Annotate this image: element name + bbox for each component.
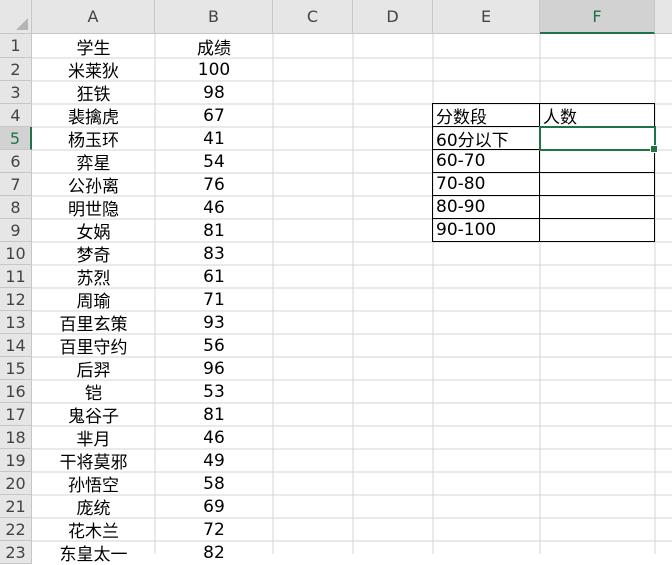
column-header-e[interactable]: E bbox=[433, 0, 540, 34]
row-header-13[interactable]: 13 bbox=[0, 311, 32, 334]
column-header-b[interactable]: B bbox=[155, 0, 273, 34]
summary-count-cell[interactable] bbox=[540, 150, 655, 173]
student-name-cell[interactable]: 杨玉环 bbox=[32, 127, 155, 151]
summary-segment-label[interactable]: 60-70 bbox=[432, 150, 540, 173]
student-name-cell[interactable]: 裴擒虎 bbox=[32, 104, 155, 128]
student-name-cell[interactable]: 女娲 bbox=[32, 219, 155, 243]
row-header-16[interactable]: 16 bbox=[0, 380, 32, 403]
student-score-cell[interactable]: 81 bbox=[155, 403, 273, 426]
student-score-cell[interactable]: 46 bbox=[155, 426, 273, 449]
spreadsheet: ABCDEF 1 2 3 4 5 6 7 8 9 10 11 12 13 14 15 16 17 18 19 20 21… bbox=[0, 0, 672, 565]
cell-a1-student-header[interactable]: 学生 bbox=[32, 34, 155, 59]
student-name-cell[interactable]: 弈星 bbox=[32, 150, 155, 174]
student-name-cell[interactable]: 庞统 bbox=[32, 495, 155, 519]
select-all-corner[interactable] bbox=[0, 0, 32, 34]
fill-handle[interactable] bbox=[650, 145, 658, 153]
student-score-cell[interactable]: 41 bbox=[155, 127, 273, 150]
row-header-12[interactable]: 12 bbox=[0, 288, 32, 311]
student-name-cell[interactable]: 周瑜 bbox=[32, 288, 155, 312]
summary-segment-label[interactable]: 80-90 bbox=[432, 196, 540, 219]
column-header-a[interactable]: A bbox=[32, 0, 155, 34]
row-header-10[interactable]: 10 bbox=[0, 242, 32, 265]
column-header-f[interactable]: F bbox=[540, 0, 655, 34]
summary-count-cell[interactable] bbox=[540, 219, 655, 242]
student-score-cell[interactable]: 83 bbox=[155, 242, 273, 265]
student-score-cell[interactable]: 76 bbox=[155, 173, 273, 196]
active-cell-F5[interactable] bbox=[539, 126, 658, 153]
row-header-5[interactable]: 5 bbox=[0, 127, 32, 150]
student-score-cell[interactable]: 67 bbox=[155, 104, 273, 127]
row-header-20[interactable]: 20 bbox=[0, 472, 32, 495]
student-name-cell[interactable]: 后羿 bbox=[32, 357, 155, 381]
student-score-cell[interactable]: 72 bbox=[155, 518, 273, 541]
student-name-cell[interactable]: 百里守约 bbox=[32, 334, 155, 358]
student-score-cell[interactable]: 46 bbox=[155, 196, 273, 219]
student-score-cell[interactable]: 96 bbox=[155, 357, 273, 380]
summary-segment-label[interactable]: 90-100 bbox=[432, 219, 540, 242]
row-header-4[interactable]: 4 bbox=[0, 104, 32, 127]
student-name-cell[interactable]: 干将莫邪 bbox=[32, 449, 155, 473]
student-score-cell[interactable]: 100 bbox=[155, 58, 273, 81]
row-header-15[interactable]: 15 bbox=[0, 357, 32, 380]
row-header-23[interactable]: 23 bbox=[0, 541, 32, 564]
row-header-19[interactable]: 19 bbox=[0, 449, 32, 472]
row-header-11[interactable]: 11 bbox=[0, 265, 32, 288]
student-name-cell[interactable]: 鬼谷子 bbox=[32, 403, 155, 427]
student-name-cell[interactable]: 梦奇 bbox=[32, 242, 155, 266]
row-header-2[interactable]: 2 bbox=[0, 58, 32, 81]
summary-count-cell[interactable] bbox=[540, 173, 655, 196]
cell-b1-score-header[interactable]: 成绩 bbox=[155, 34, 273, 59]
row-header-8[interactable]: 8 bbox=[0, 196, 32, 219]
student-score-cell[interactable]: 81 bbox=[155, 219, 273, 242]
row-header-1[interactable]: 1 bbox=[0, 34, 32, 58]
student-score-cell[interactable]: 53 bbox=[155, 380, 273, 403]
student-name-cell[interactable]: 铠 bbox=[32, 380, 155, 404]
student-name-cell[interactable]: 苏烈 bbox=[32, 265, 155, 289]
student-score-cell[interactable]: 49 bbox=[155, 449, 273, 472]
student-name-cell[interactable]: 米莱狄 bbox=[32, 58, 155, 82]
summary-header-segment[interactable]: 分数段 bbox=[432, 103, 540, 128]
row-header-7[interactable]: 7 bbox=[0, 173, 32, 196]
student-score-cell[interactable]: 71 bbox=[155, 288, 273, 311]
student-score-cell[interactable]: 54 bbox=[155, 150, 273, 173]
column-header-g[interactable] bbox=[655, 0, 672, 34]
student-score-cell[interactable]: 98 bbox=[155, 81, 273, 104]
student-name-cell[interactable]: 明世隐 bbox=[32, 196, 155, 220]
student-name-cell[interactable]: 狂铁 bbox=[32, 81, 155, 105]
student-name-cell[interactable]: 百里玄策 bbox=[32, 311, 155, 335]
student-name-cell[interactable]: 东皇太一 bbox=[32, 541, 155, 565]
student-score-cell[interactable]: 82 bbox=[155, 541, 273, 564]
student-score-cell[interactable]: 93 bbox=[155, 311, 273, 334]
summary-count-cell[interactable] bbox=[540, 196, 655, 219]
row-header-3[interactable]: 3 bbox=[0, 81, 32, 104]
column-header-c[interactable]: C bbox=[273, 0, 353, 34]
student-score-cell[interactable]: 58 bbox=[155, 472, 273, 495]
row-header-22[interactable]: 22 bbox=[0, 518, 32, 541]
row-header-21[interactable]: 21 bbox=[0, 495, 32, 518]
summary-segment-label[interactable]: 60分以下 bbox=[432, 127, 540, 151]
row-header-18[interactable]: 18 bbox=[0, 426, 32, 449]
row-header-14[interactable]: 14 bbox=[0, 334, 32, 357]
student-score-cell[interactable]: 61 bbox=[155, 265, 273, 288]
summary-header-count[interactable]: 人数 bbox=[540, 103, 655, 128]
student-name-cell[interactable]: 花木兰 bbox=[32, 518, 155, 542]
student-score-cell[interactable]: 69 bbox=[155, 495, 273, 518]
column-header-d[interactable]: D bbox=[353, 0, 433, 34]
select-all-triangle-icon bbox=[16, 18, 28, 30]
row-header-6[interactable]: 6 bbox=[0, 150, 32, 173]
row-header-17[interactable]: 17 bbox=[0, 403, 32, 426]
student-name-cell[interactable]: 孙悟空 bbox=[32, 472, 155, 496]
student-score-cell[interactable]: 56 bbox=[155, 334, 273, 357]
summary-segment-label[interactable]: 70-80 bbox=[432, 173, 540, 196]
row-header-9[interactable]: 9 bbox=[0, 219, 32, 242]
student-name-cell[interactable]: 芈月 bbox=[32, 426, 155, 450]
student-name-cell[interactable]: 公孙离 bbox=[32, 173, 155, 197]
